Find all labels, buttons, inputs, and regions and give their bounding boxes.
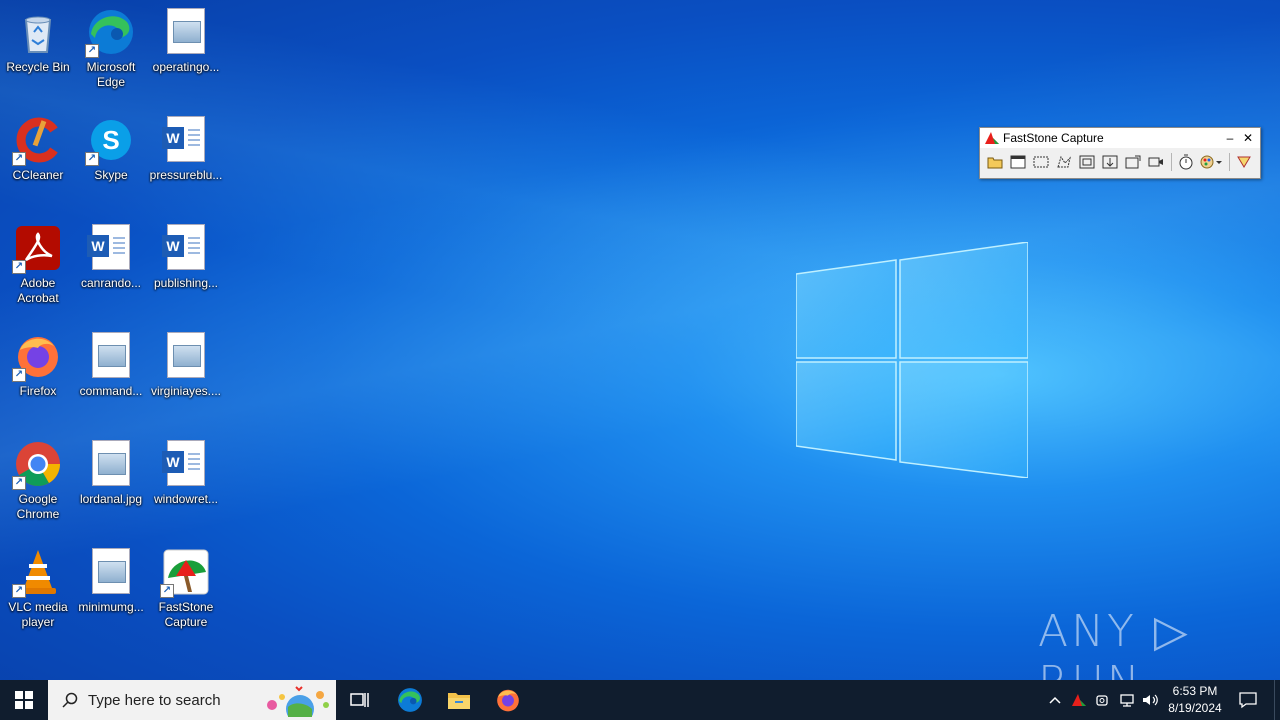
svg-text:S: S [102,125,119,155]
open-folder-icon[interactable] [984,152,1005,172]
desktop-icon-pressureblu[interactable]: W pressureblu... [148,110,224,183]
close-button[interactable]: ✕ [1240,130,1256,146]
toolbar-separator [1229,153,1230,171]
desktop-icon-microsoft-edge[interactable]: ↗ Microsoft Edge [73,2,149,90]
skype-icon: S ↗ [85,116,135,166]
tray-volume[interactable] [1140,680,1162,720]
faststone-icon: ↗ [160,548,210,598]
start-button[interactable] [0,680,48,720]
image-file-icon [162,332,210,380]
image-file-icon [87,548,135,596]
shortcut-arrow-icon: ↗ [12,152,26,166]
desktop-icon-ccleaner[interactable]: ↗ CCleaner [0,110,76,183]
acrobat-icon: ↗ [12,224,62,274]
minimize-button[interactable]: – [1222,130,1238,146]
capture-freehand-icon[interactable] [1053,152,1074,172]
show-desktop-button[interactable] [1274,680,1280,720]
desktop-icon-canrando[interactable]: W canrando... [73,218,149,291]
file-explorer-icon [448,693,470,709]
taskbar-file-explorer[interactable] [435,680,483,720]
word-doc-icon: W [162,224,210,272]
ccleaner-icon: ↗ [12,116,62,166]
desktop-icon-firefox[interactable]: ↗ Firefox [0,326,76,399]
capture-scrolling-icon[interactable] [1099,152,1120,172]
search-icon [62,692,78,708]
windows-start-icon [15,691,33,709]
desktop-icon-virginiayes[interactable]: virginiayes.... [148,326,224,399]
taskbar: Type here to search 6:53 PM 8/19/2024 [0,680,1280,720]
image-file-icon [87,440,135,488]
desktop-icon-skype[interactable]: S ↗ Skype [73,110,149,183]
taskbar-firefox[interactable] [484,680,532,720]
notification-icon [1239,692,1257,709]
search-highlight-illustration [267,686,329,717]
faststone-capture-window[interactable]: FastStone Capture – ✕ [979,127,1261,179]
recycle-bin-icon [14,8,62,56]
screen-recorder-icon[interactable] [1145,152,1166,172]
task-view-icon [350,693,369,707]
capture-toolbar [980,148,1260,176]
taskbar-clock[interactable]: 6:53 PM 8/19/2024 [1160,680,1230,720]
show-hidden-icons-button[interactable] [1044,680,1066,720]
shortcut-arrow-icon: ↗ [85,44,99,58]
shortcut-arrow-icon: ↗ [12,368,26,382]
taskbar-search-box[interactable]: Type here to search [48,680,336,720]
word-doc-icon: W [162,116,210,164]
output-palette-dropdown-icon[interactable] [1198,152,1224,172]
capture-fullscreen-icon[interactable] [1076,152,1097,172]
camera-icon [1096,695,1108,706]
clock-date: 8/19/2024 [1168,701,1222,715]
faststone-logo-icon [985,132,999,144]
tray-network[interactable] [1116,680,1138,720]
task-view-button[interactable] [336,680,384,720]
toolbar-separator [1171,153,1172,171]
network-icon [1120,694,1134,707]
speaker-icon [1143,694,1158,706]
word-doc-icon: W [162,440,210,488]
firefox-icon: ↗ [12,332,62,382]
desktop-icon-command[interactable]: command... [73,326,149,399]
word-doc-icon: W [87,224,135,272]
desktop-icon-publishing[interactable]: W publishing... [148,218,224,291]
shortcut-arrow-icon: ↗ [12,584,26,598]
desktop-icon-windowret[interactable]: W windowret... [148,434,224,507]
desktop-icon-faststone-capture[interactable]: ↗ FastStone Capture [148,542,224,630]
faststone-tray-icon [1072,694,1086,706]
capture-rectangle-icon[interactable] [1030,152,1051,172]
vlc-icon: ↗ [12,548,62,598]
desktop-icon-minimumg[interactable]: minimumg... [73,542,149,615]
shortcut-arrow-icon: ↗ [160,584,174,598]
image-file-icon [87,332,135,380]
desktop-icon-adobe-acrobat[interactable]: ↗ Adobe Acrobat [0,218,76,306]
desktop-icon-google-chrome[interactable]: ↗ Google Chrome [0,434,76,522]
taskbar-edge[interactable] [386,680,434,720]
shortcut-arrow-icon: ↗ [12,260,26,274]
search-placeholder: Type here to search [88,691,221,709]
desktop-icon-lordanal[interactable]: lordanal.jpg [73,434,149,507]
windows-wallpaper-logo [796,242,1028,478]
window-titlebar[interactable]: FastStone Capture – ✕ [980,128,1260,148]
shortcut-arrow-icon: ↗ [85,152,99,166]
edge-icon: ↗ [85,8,135,58]
action-center-button[interactable] [1234,680,1262,720]
window-title: FastStone Capture [1003,131,1104,145]
desktop-icon-recycle-bin[interactable]: Recycle Bin [0,2,76,75]
shortcut-arrow-icon: ↗ [12,476,26,490]
edge-icon [398,688,422,712]
firefox-icon [497,689,519,712]
capture-window-icon[interactable] [1007,152,1028,172]
tray-faststone[interactable] [1068,680,1090,720]
capture-fixed-region-icon[interactable] [1122,152,1143,172]
desktop-icon-vlc-media-player[interactable]: ↗ VLC media player [0,542,76,630]
image-file-icon [162,8,210,56]
chevron-up-icon [1049,696,1061,704]
chrome-icon: ↗ [12,440,62,490]
delay-timer-icon[interactable] [1175,152,1196,172]
tray-meet-now[interactable] [1092,680,1114,720]
settings-menu-icon[interactable] [1233,152,1254,172]
clock-time: 6:53 PM [1172,684,1218,698]
desktop-icon-operatingo[interactable]: operatingo... [148,2,224,75]
